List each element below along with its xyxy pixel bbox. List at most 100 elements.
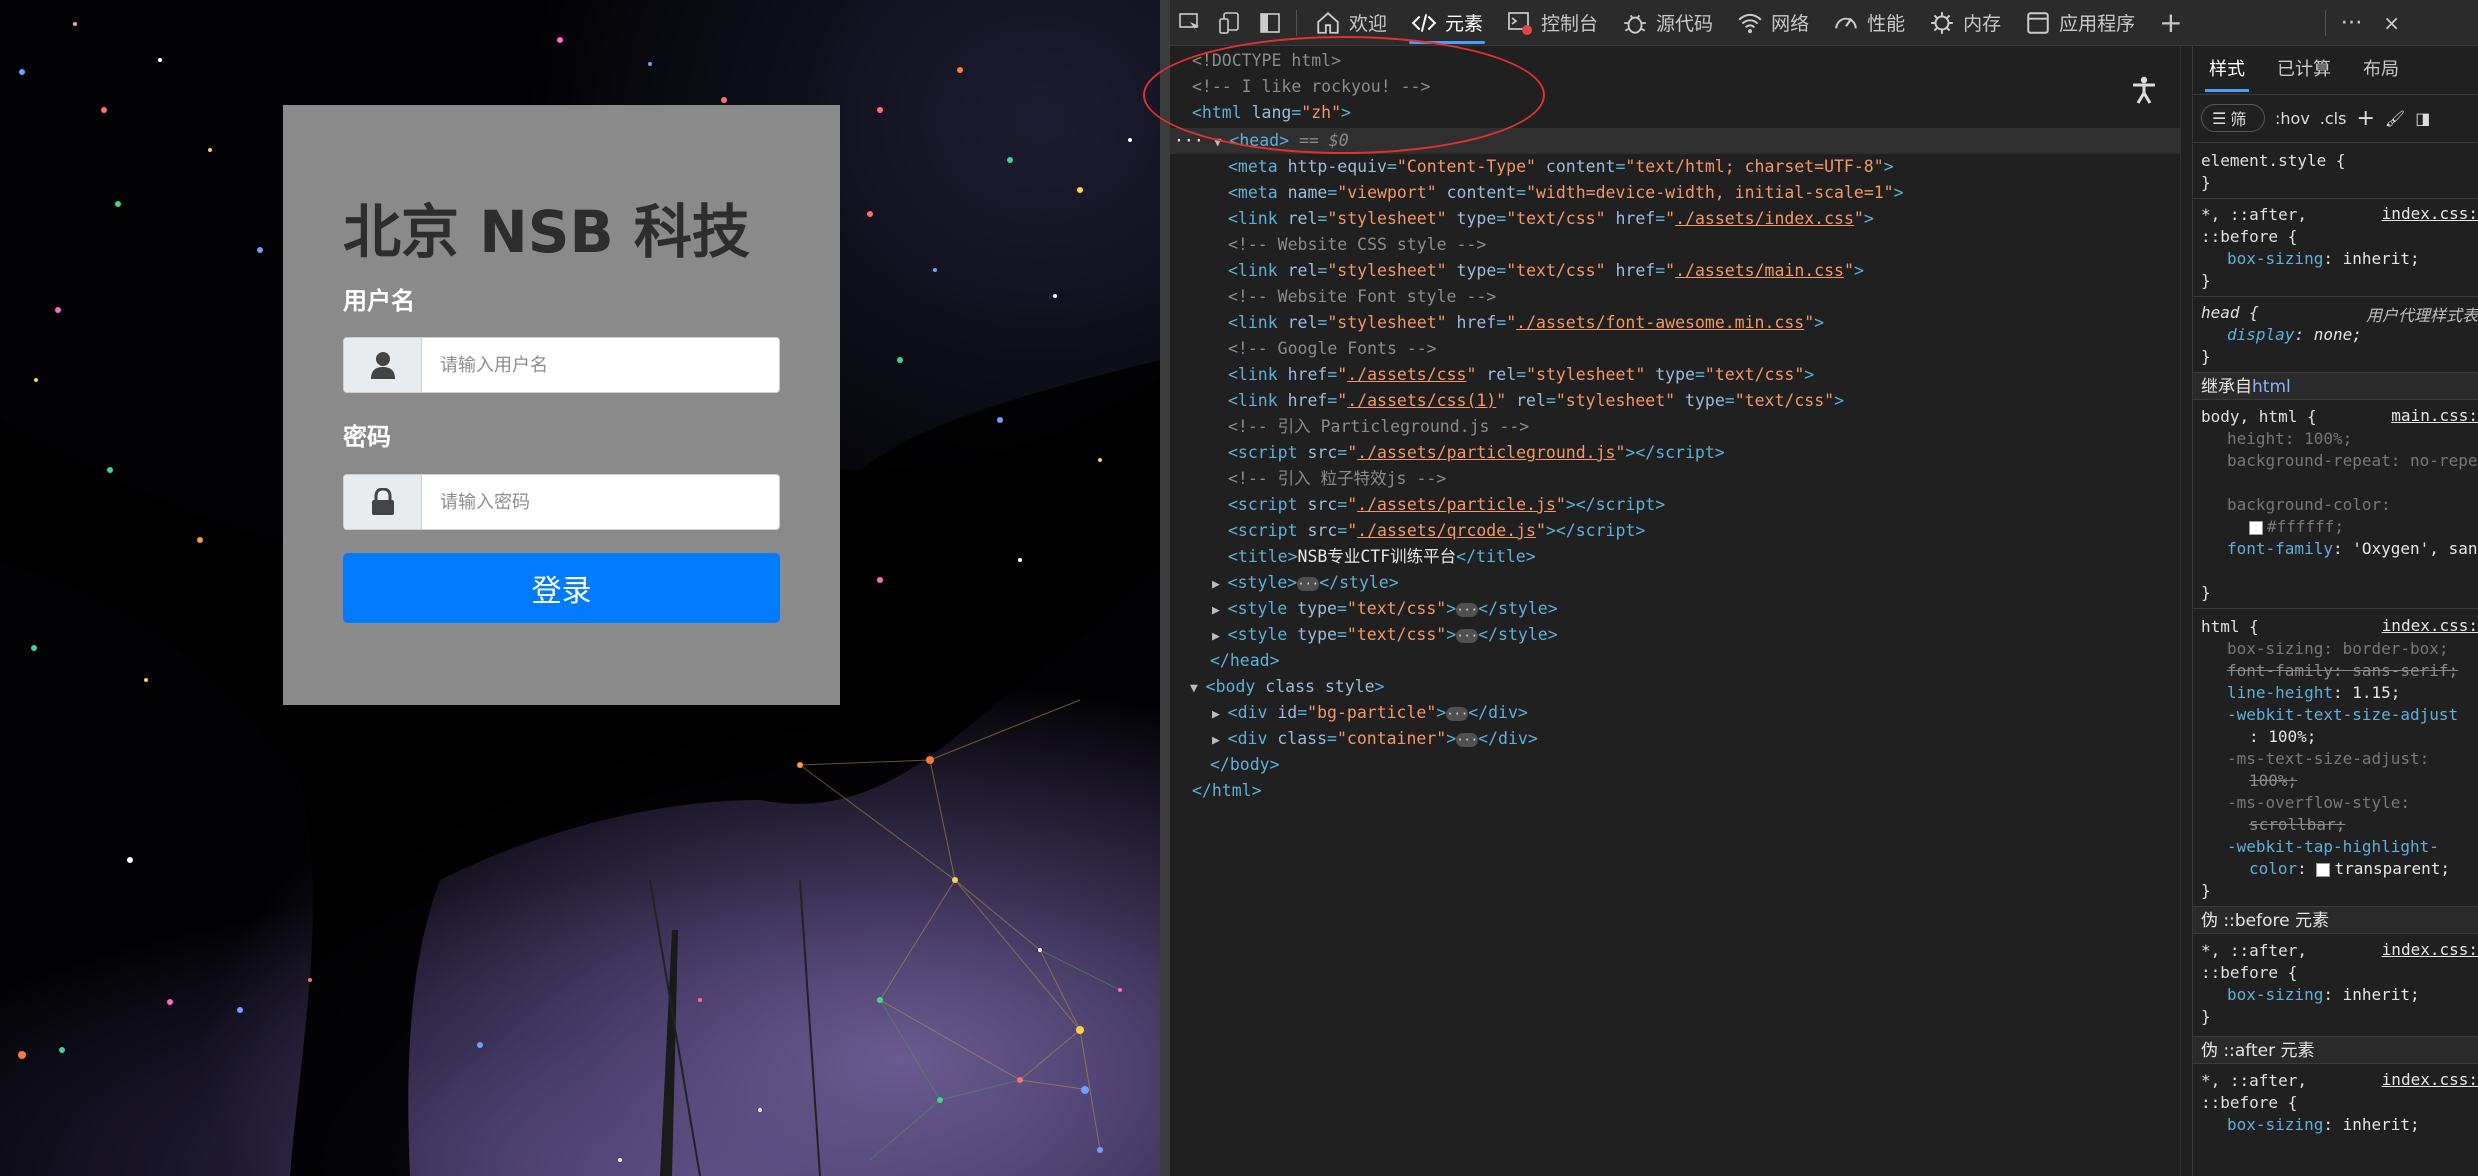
style-declaration[interactable]: -webkit-tap-highlight- [2227, 836, 2439, 858]
more-options-icon[interactable]: ⋯ [2332, 0, 2372, 46]
dom-node[interactable]: </head> [1210, 648, 1280, 674]
dom-node[interactable]: <!-- 引入 Particleground.js --> [1228, 414, 1529, 440]
cls-toggle[interactable]: .cls [2320, 109, 2347, 128]
login-button[interactable]: 登录 [343, 553, 780, 623]
style-declaration[interactable]: background-color: [2227, 494, 2391, 516]
wire-line [799, 879, 821, 1176]
login-card: 北京 NSB 科技 用户名 密码 登录 [283, 105, 840, 705]
red-annotation-circle [1143, 36, 1545, 154]
password-label: 密码 [343, 423, 391, 451]
elements-tree: <!DOCTYPE html> <!-- I like rockyou! -->… [1170, 46, 2193, 1176]
dom-node[interactable]: <link href="./assets/css" rel="styleshee… [1228, 362, 1814, 388]
accessibility-icon[interactable] [2128, 74, 2160, 106]
style-declaration[interactable]: font-family: sans-serif; [2227, 660, 2458, 682]
inherited-from-header: 继承自html [2193, 372, 2478, 400]
wire-line [649, 879, 701, 1176]
dom-node[interactable]: <!-- Google Fonts --> [1228, 336, 1437, 362]
dom-node[interactable]: <!-- 引入 粒子特效js --> [1228, 466, 1446, 492]
style-rule-selector: *, ::after, [2201, 941, 2307, 960]
particle-links-green [869, 949, 1121, 1161]
style-declaration[interactable]: box-sizing: inherit; [2227, 1114, 2420, 1136]
style-declaration[interactable]: height: 100%; [2227, 428, 2352, 450]
username-input[interactable] [422, 338, 779, 392]
tab-console[interactable]: 控制台 [1495, 0, 1610, 46]
dom-node[interactable]: <!-- Website Font style --> [1228, 284, 1496, 310]
style-declaration[interactable]: box-sizing: border-box; [2227, 638, 2449, 660]
password-input-group [343, 474, 780, 530]
wifi-icon [1738, 13, 1762, 33]
tab-sources[interactable]: 源代码 [1610, 0, 1725, 46]
add-tool-icon[interactable]: + [2147, 6, 2194, 39]
app-icon [2027, 11, 2049, 34]
paint-icon[interactable]: 🖌 [2385, 109, 2405, 128]
style-declaration[interactable]: font-family: 'Oxygen', sans-serif; [2227, 538, 2478, 560]
tab-layout[interactable]: 布局 [2347, 46, 2415, 94]
style-rule-selector: head { [2201, 303, 2259, 322]
dom-node[interactable]: </html> [1192, 778, 1262, 804]
stylesheet-link[interactable]: main.css: [2391, 406, 2478, 425]
password-input[interactable] [422, 475, 779, 529]
style-declaration[interactable]: -ms-text-size-adjust: [2227, 748, 2429, 770]
dom-node[interactable]: <meta http-equiv="Content-Type" content=… [1228, 154, 1894, 180]
tab-network[interactable]: 网络 [1725, 0, 1821, 46]
code-icon [1411, 13, 1437, 32]
style-declaration[interactable]: -webkit-text-size-adjust [2227, 704, 2458, 726]
tab-computed[interactable]: 已计算 [2261, 46, 2347, 94]
dom-node[interactable]: ▶ <div class="container">···</div> [1212, 726, 1538, 752]
filter-input[interactable]: ☰ 筛 [2201, 104, 2265, 132]
bug-icon [1624, 14, 1646, 34]
style-rule-selector: *, ::after, [2201, 205, 2307, 224]
sidebar-toggle-icon[interactable]: ◨ [2415, 109, 2430, 128]
dom-node[interactable]: <link rel="stylesheet" type="text/css" h… [1228, 258, 1864, 284]
color-swatch[interactable] [2316, 862, 2331, 877]
close-devtools-icon[interactable]: × [2372, 0, 2412, 46]
dom-node[interactable]: <script src="./assets/particle.js"></scr… [1228, 492, 1665, 518]
style-declaration[interactable]: line-height: 1.15; [2227, 682, 2400, 704]
styles-subtabs: 样式 已计算 布局 [2193, 46, 2478, 95]
dom-node[interactable]: <title>NSB专业CTF训练平台</title> [1228, 544, 1536, 570]
style-rule-selector: body, html { [2201, 407, 2317, 426]
stylesheet-link[interactable]: index.css: [2382, 940, 2478, 959]
dom-node[interactable]: <meta name="viewport" content="width=dev… [1228, 180, 1904, 206]
dom-node-body[interactable]: ▼ <body class style> [1190, 674, 1384, 700]
dom-node[interactable]: <script src="./assets/qrcode.js"></scrip… [1228, 518, 1645, 544]
console-icon [1508, 11, 1533, 35]
dom-node[interactable]: </body> [1210, 752, 1280, 778]
dom-node[interactable]: <link href="./assets/css(1)" rel="styles… [1228, 388, 1844, 414]
hov-toggle[interactable]: :hov [2275, 109, 2310, 128]
devtools-splitter[interactable] [1160, 0, 1170, 1176]
tab-label: 应用程序 [2059, 13, 2136, 35]
stylesheet-link[interactable]: index.css: [2382, 1070, 2478, 1089]
tab-performance[interactable]: 性能 [1821, 0, 1917, 46]
dom-node[interactable]: ▶ <div id="bg-particle">···</div> [1212, 700, 1528, 726]
filter-icon: ☰ [2212, 108, 2227, 128]
device-emulation-icon[interactable] [1210, 0, 1250, 46]
devtools-panel: 欢迎 元素 控制台 源代码 网络 性能 内存 应用程序 + ⋯ × <!DOCT… [1170, 0, 2478, 1176]
dom-node[interactable]: <!-- Website CSS style --> [1228, 232, 1486, 258]
tab-application[interactable]: 应用程序 [2013, 0, 2147, 46]
dom-node[interactable]: ▶ <style>···</style> [1212, 570, 1399, 596]
tab-memory[interactable]: 内存 [1917, 0, 2013, 46]
color-swatch[interactable] [2249, 520, 2263, 535]
dom-node[interactable]: ▶ <style type="text/css">···</style> [1212, 596, 1558, 622]
lock-icon [344, 475, 422, 529]
tab-styles[interactable]: 样式 [2193, 46, 2261, 94]
new-rule-icon[interactable]: + [2356, 106, 2374, 131]
stylesheet-link[interactable]: index.css: [2382, 616, 2478, 635]
stylesheet-link[interactable]: index.css: [2382, 204, 2478, 223]
dom-node[interactable]: <link rel="stylesheet" type="text/css" h… [1228, 206, 1874, 232]
style-declaration[interactable]: box-sizing: inherit; [2227, 984, 2420, 1006]
style-declaration[interactable]: box-sizing: inherit; [2227, 248, 2420, 270]
home-icon [1317, 11, 1339, 34]
style-rule-selector: *, ::after, [2201, 1071, 2307, 1090]
dom-node[interactable]: <script src="./assets/particleground.js"… [1228, 440, 1725, 466]
style-declaration[interactable]: background-repeat: no-repeat; [2227, 450, 2478, 472]
inspect-element-icon[interactable] [1170, 0, 1210, 46]
page-viewport: 北京 NSB 科技 用户名 密码 登录 [0, 0, 1160, 1176]
dom-node[interactable]: <link rel="stylesheet" href="./assets/fo… [1228, 310, 1824, 336]
style-declaration[interactable]: display: none; [2227, 324, 2362, 346]
tab-label: 元素 [1445, 13, 1484, 35]
styles-filter-bar: ☰ 筛 :hov .cls + 🖌 ◨ [2201, 102, 2471, 134]
style-declaration[interactable]: -ms-overflow-style: [2227, 792, 2410, 814]
dom-node[interactable]: ▶ <style type="text/css">···</style> [1212, 622, 1558, 648]
